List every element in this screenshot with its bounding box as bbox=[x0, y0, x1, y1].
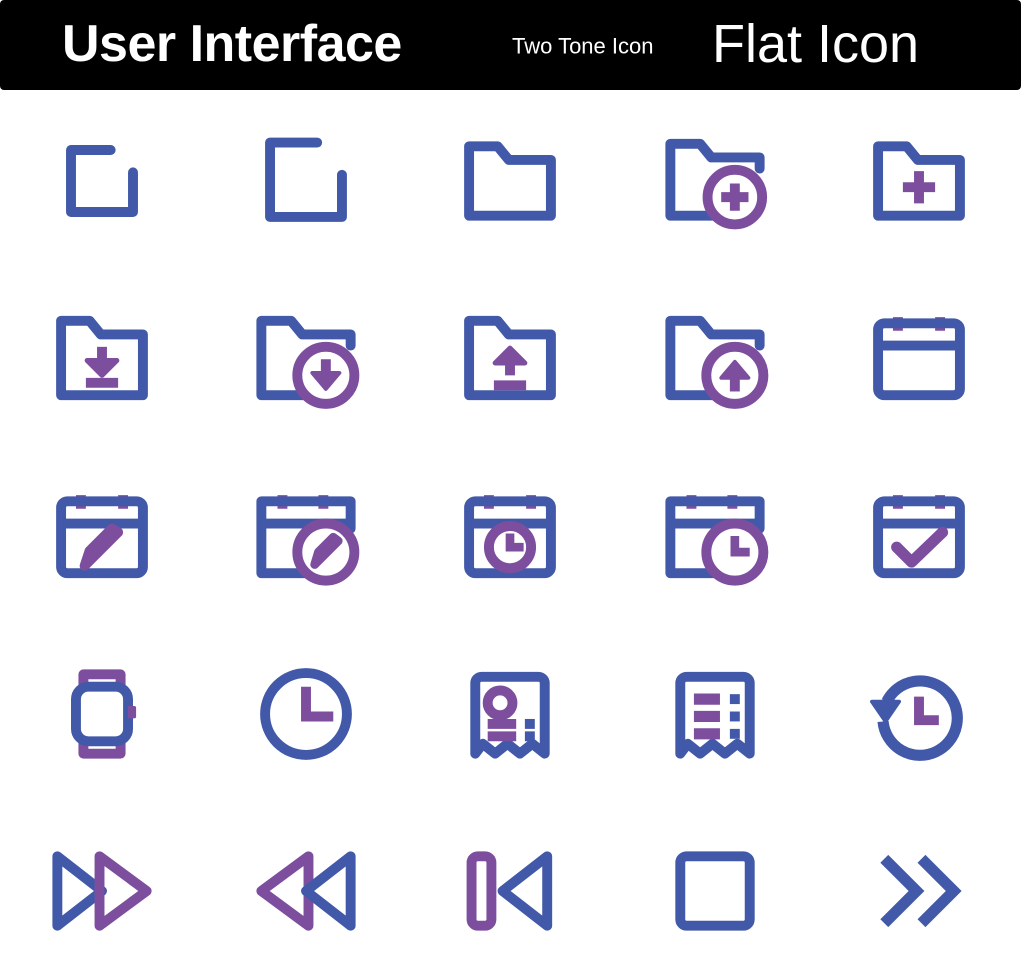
calendar-clock-badge-icon bbox=[665, 495, 769, 586]
icon-cell-24[interactable] bbox=[613, 802, 817, 980]
icon-cell-16[interactable] bbox=[0, 625, 204, 803]
folder-icon bbox=[464, 141, 557, 221]
receipt-profile-icon bbox=[470, 671, 551, 759]
folder-add-badge-icon bbox=[665, 138, 767, 230]
icon-cell-18[interactable] bbox=[408, 625, 612, 803]
icon-cell-9[interactable] bbox=[613, 270, 817, 448]
folder-plus-icon bbox=[873, 141, 965, 221]
subtitle-flat-icon: Flat Icon bbox=[712, 13, 920, 74]
icon-cell-14[interactable] bbox=[613, 447, 817, 625]
icon-cell-6[interactable] bbox=[0, 270, 204, 448]
folder-download-icon bbox=[56, 316, 148, 401]
icon-cell-2[interactable] bbox=[204, 92, 408, 270]
icon-cell-17[interactable] bbox=[204, 625, 408, 803]
folder-outline-large-icon bbox=[265, 137, 348, 222]
icon-cell-25[interactable] bbox=[817, 802, 1021, 980]
icon-cell-11[interactable] bbox=[0, 447, 204, 625]
icon-cell-13[interactable] bbox=[408, 447, 612, 625]
calendar-clock-icon bbox=[464, 495, 557, 579]
icon-cell-10[interactable] bbox=[817, 270, 1021, 448]
rewind-icon bbox=[256, 851, 356, 931]
icon-cell-8[interactable] bbox=[408, 270, 612, 448]
icon-cell-21[interactable] bbox=[0, 802, 204, 980]
folder-upload-badge-icon bbox=[665, 316, 769, 410]
stop-square-icon bbox=[675, 851, 755, 931]
icon-cell-22[interactable] bbox=[204, 802, 408, 980]
icon-cell-7[interactable] bbox=[204, 270, 408, 448]
receipt-list-icon bbox=[675, 671, 755, 759]
calendar-icon bbox=[873, 317, 965, 401]
double-chevron-right-icon bbox=[880, 855, 962, 928]
icon-cell-23[interactable] bbox=[408, 802, 612, 980]
icon-cell-4[interactable] bbox=[613, 92, 817, 270]
icon-cell-12[interactable] bbox=[204, 447, 408, 625]
calendar-edit-badge-icon bbox=[256, 495, 360, 586]
fast-forward-icon bbox=[52, 851, 152, 931]
smartwatch-icon bbox=[71, 668, 137, 759]
folder-upload-icon bbox=[464, 316, 557, 401]
icon-cell-5[interactable] bbox=[817, 92, 1021, 270]
icon-cell-1[interactable] bbox=[0, 92, 204, 270]
icon-cell-15[interactable] bbox=[817, 447, 1021, 625]
folder-outline-small-icon bbox=[66, 144, 139, 217]
clock-icon bbox=[260, 667, 353, 760]
subtitle-two-tone: Two Tone Icon bbox=[512, 33, 654, 59]
icon-grid bbox=[0, 92, 1021, 980]
icon-cell-20[interactable] bbox=[817, 625, 1021, 803]
folder-download-badge-icon bbox=[256, 316, 360, 410]
header-banner: User Interface Two Tone Icon Flat Icon bbox=[0, 0, 1021, 90]
skip-previous-icon bbox=[467, 851, 553, 931]
icon-cell-19[interactable] bbox=[613, 625, 817, 803]
icon-sheet-page: User Interface Two Tone Icon Flat Icon bbox=[0, 0, 1021, 980]
icon-cell-3[interactable] bbox=[408, 92, 612, 270]
calendar-edit-icon bbox=[56, 495, 148, 579]
history-clock-icon bbox=[869, 674, 963, 761]
calendar-check-icon bbox=[873, 495, 965, 579]
page-title: User Interface bbox=[62, 14, 402, 73]
